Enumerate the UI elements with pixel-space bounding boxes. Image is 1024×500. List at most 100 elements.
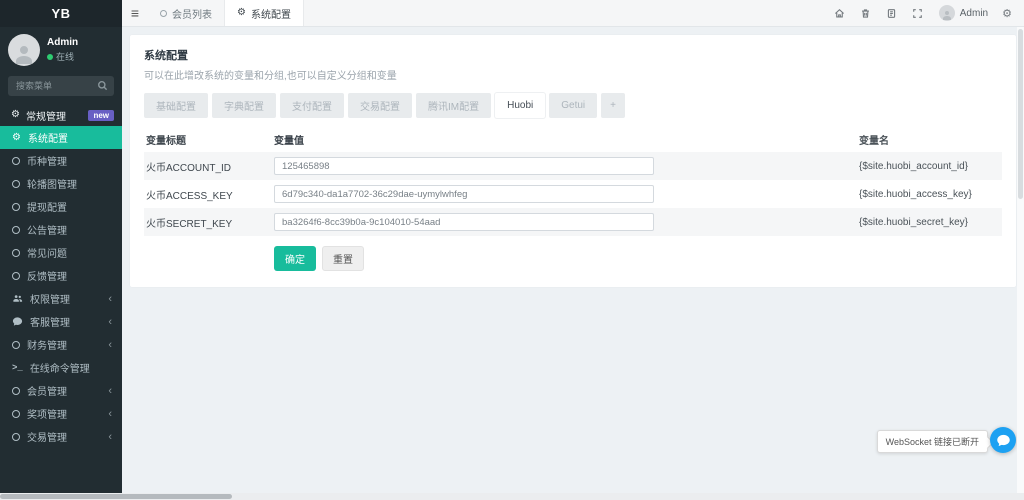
sidebar-item-trade-mgmt[interactable]: 交易管理 ‹ bbox=[0, 425, 122, 448]
home-icon[interactable] bbox=[827, 0, 853, 27]
sidebar-item-label: 会员管理 bbox=[27, 383, 67, 398]
chat-button[interactable] bbox=[990, 427, 1016, 453]
table-row: 火币SECRET_KEY {$site.huobi_secret_key} bbox=[144, 208, 1002, 236]
circle-icon bbox=[12, 387, 20, 395]
col-header-name: 变量名 bbox=[859, 132, 1002, 147]
cogs-icon[interactable]: ⚙ bbox=[998, 7, 1016, 20]
chevron-left-icon: ‹ bbox=[108, 385, 112, 397]
horizontal-scrollbar[interactable] bbox=[0, 493, 1024, 500]
form-actions: 确定 重置 bbox=[274, 246, 1002, 271]
sidebar-item-label: 常见问题 bbox=[27, 245, 67, 260]
circle-icon bbox=[12, 410, 20, 418]
tab-basic-config[interactable]: 基础配置 bbox=[144, 93, 208, 118]
reset-button[interactable]: 重置 bbox=[322, 246, 364, 271]
tab-trade-config[interactable]: 交易配置 bbox=[348, 93, 412, 118]
fullscreen-icon[interactable] bbox=[905, 0, 931, 27]
content-area: 系统配置 可以在此增改系统的变量和分组,也可以自定义分组和变量 基础配置 字典配… bbox=[122, 27, 1024, 493]
sidebar-item-label: 权限管理 bbox=[30, 291, 70, 306]
tab-getui[interactable]: Getui bbox=[549, 93, 597, 118]
sidebar-item-online-command[interactable]: >_ 在线命令管理 bbox=[0, 356, 122, 379]
account-id-input[interactable] bbox=[274, 157, 654, 175]
users-icon bbox=[12, 293, 23, 304]
circle-icon bbox=[12, 180, 20, 188]
clear-cache-icon[interactable] bbox=[879, 0, 905, 27]
sidebar-item-withdraw-config[interactable]: 提现配置 bbox=[0, 195, 122, 218]
circle-icon bbox=[12, 249, 20, 257]
sidebar-item-label: 系统配置 bbox=[28, 130, 68, 145]
col-header-title: 变量标题 bbox=[144, 132, 274, 147]
sidebar-item-label: 提现配置 bbox=[27, 199, 67, 214]
terminal-icon: >_ bbox=[12, 363, 23, 373]
row-title: 火币SECRET_KEY bbox=[144, 215, 274, 230]
chevron-left-icon: ‹ bbox=[108, 339, 112, 351]
chevron-left-icon: ‹ bbox=[108, 293, 112, 305]
sidebar-item-label: 奖项管理 bbox=[27, 406, 67, 421]
secret-key-input[interactable] bbox=[274, 213, 654, 231]
circle-icon bbox=[12, 226, 20, 234]
circle-icon bbox=[12, 433, 20, 441]
sidebar-item-label: 客服管理 bbox=[30, 314, 70, 329]
user-status: 在线 bbox=[47, 50, 78, 63]
circle-icon bbox=[12, 272, 20, 280]
hamburger-icon[interactable]: ≡ bbox=[122, 0, 148, 26]
page-title: 系统配置 bbox=[144, 47, 1002, 63]
user-info: Admin 在线 bbox=[47, 37, 78, 63]
sidebar-item-coin-mgmt[interactable]: 币种管理 bbox=[0, 149, 122, 172]
sidebar-item-permission-mgmt[interactable]: 权限管理 ‹ bbox=[0, 287, 122, 310]
gear-icon: ⚙ bbox=[237, 8, 246, 18]
comment-icon bbox=[12, 316, 23, 327]
sidebar-item-announcement-mgmt[interactable]: 公告管理 bbox=[0, 218, 122, 241]
config-tabs: 基础配置 字典配置 支付配置 交易配置 腾讯IM配置 Huobi Getui + bbox=[144, 93, 1002, 118]
sidebar-item-label: 在线命令管理 bbox=[30, 360, 90, 375]
trash-icon[interactable] bbox=[853, 0, 879, 27]
sidebar-item-label: 反馈管理 bbox=[27, 268, 67, 283]
sidebar-item-finance-mgmt[interactable]: 财务管理 ‹ bbox=[0, 333, 122, 356]
app-logo[interactable]: YB bbox=[0, 0, 122, 27]
tab-tencent-im-config[interactable]: 腾讯IM配置 bbox=[416, 93, 491, 118]
submit-button[interactable]: 确定 bbox=[274, 246, 316, 271]
config-table: 变量标题 变量值 变量名 火币ACCOUNT_ID {$site.huobi_a… bbox=[144, 126, 1002, 236]
tab-member-list[interactable]: 会员列表 bbox=[148, 0, 224, 26]
row-varname: {$site.huobi_access_key} bbox=[859, 189, 1002, 200]
sidebar-search bbox=[8, 76, 114, 96]
tab-dict-config[interactable]: 字典配置 bbox=[212, 93, 276, 118]
sidebar-item-feedback-mgmt[interactable]: 反馈管理 bbox=[0, 264, 122, 287]
cogs-icon: ⚙ bbox=[11, 110, 20, 120]
vertical-scrollbar[interactable] bbox=[1017, 27, 1024, 493]
vertical-scrollbar-thumb[interactable] bbox=[1018, 29, 1023, 199]
access-key-input[interactable] bbox=[274, 185, 654, 203]
tab-system-config[interactable]: ⚙ 系统配置 bbox=[224, 0, 304, 26]
sidebar-item-service-mgmt[interactable]: 客服管理 ‹ bbox=[0, 310, 122, 333]
sidebar-section-general[interactable]: ⚙ 常规管理 new bbox=[0, 104, 122, 126]
sidebar-item-award-mgmt[interactable]: 奖项管理 ‹ bbox=[0, 402, 122, 425]
horizontal-scrollbar-thumb[interactable] bbox=[0, 494, 232, 499]
gear-icon: ⚙ bbox=[12, 133, 21, 143]
add-tab-button[interactable]: + bbox=[601, 93, 625, 118]
sidebar-item-carousel-mgmt[interactable]: 轮播图管理 bbox=[0, 172, 122, 195]
tab-label: 会员列表 bbox=[172, 6, 212, 21]
col-header-value: 变量值 bbox=[274, 132, 859, 147]
table-row: 火币ACCOUNT_ID {$site.huobi_account_id} bbox=[144, 152, 1002, 180]
new-badge: new bbox=[88, 110, 114, 121]
row-varname: {$site.huobi_secret_key} bbox=[859, 217, 1002, 228]
sidebar-item-member-mgmt[interactable]: 会员管理 ‹ bbox=[0, 379, 122, 402]
sidebar-item-system-config[interactable]: ⚙ 系统配置 bbox=[0, 126, 122, 149]
admin-user-menu[interactable]: Admin bbox=[960, 8, 988, 19]
chat-bubble-icon bbox=[996, 433, 1011, 448]
avatar bbox=[8, 34, 40, 66]
config-card: 系统配置 可以在此增改系统的变量和分组,也可以自定义分组和变量 基础配置 字典配… bbox=[130, 35, 1016, 287]
sidebar-item-label: 轮播图管理 bbox=[27, 176, 77, 191]
search-icon[interactable] bbox=[97, 80, 108, 94]
circle-icon bbox=[12, 157, 20, 165]
person-icon bbox=[941, 9, 953, 21]
online-dot-icon bbox=[47, 54, 53, 60]
chevron-left-icon: ‹ bbox=[108, 316, 112, 328]
main-column: ≡ 会员列表 ⚙ 系统配置 Admin ⚙ bbox=[122, 0, 1024, 493]
sidebar-item-label: 交易管理 bbox=[27, 429, 67, 444]
sidebar-item-faq[interactable]: 常见问题 bbox=[0, 241, 122, 264]
admin-avatar[interactable] bbox=[939, 5, 955, 21]
circle-icon bbox=[160, 10, 167, 17]
tab-huobi[interactable]: Huobi bbox=[495, 93, 545, 118]
tab-pay-config[interactable]: 支付配置 bbox=[280, 93, 344, 118]
table-row: 火币ACCESS_KEY {$site.huobi_access_key} bbox=[144, 180, 1002, 208]
